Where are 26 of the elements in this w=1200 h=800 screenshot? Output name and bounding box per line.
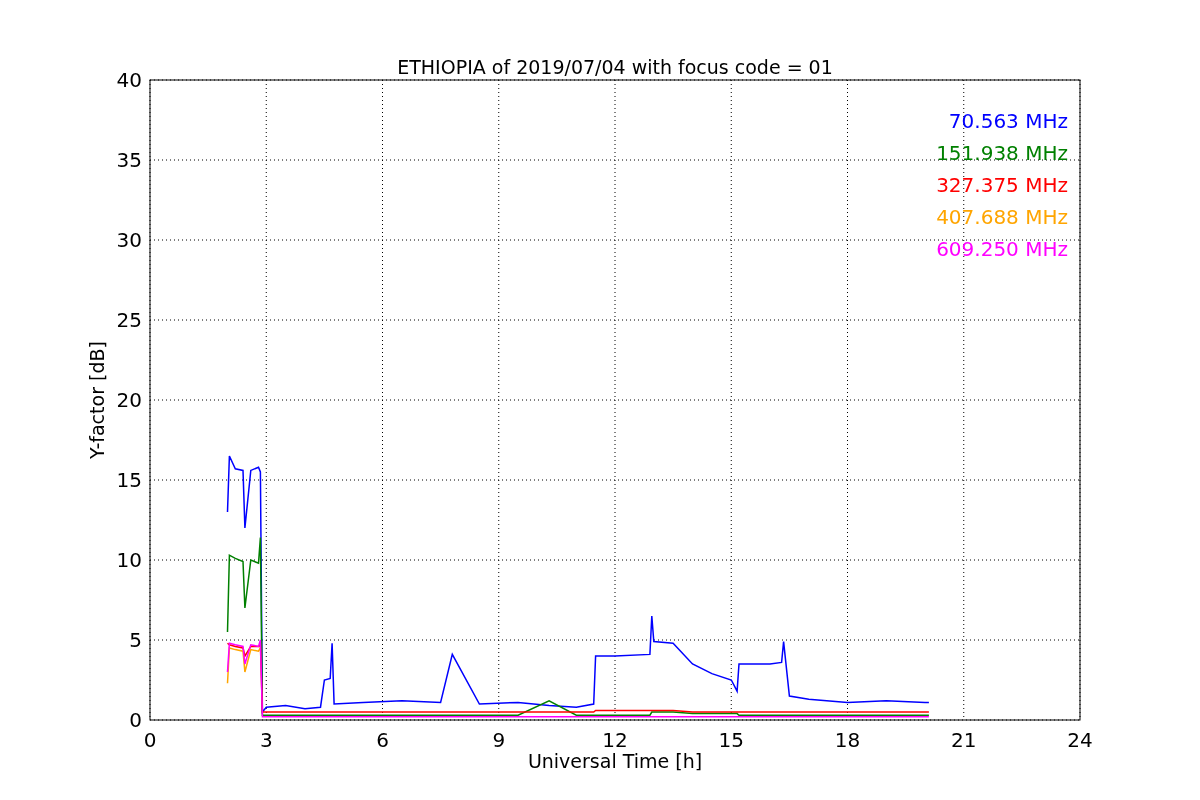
tick-label: 15: [718, 728, 744, 752]
legend-label: 70.563 MHz: [948, 109, 1068, 133]
tick-label: 25: [116, 308, 142, 332]
tick-label: 0: [129, 708, 142, 732]
tick-label: 21: [951, 728, 977, 752]
tick-label: 6: [376, 728, 389, 752]
legend-label: 407.688 MHz: [936, 205, 1068, 229]
tick-label: 20: [116, 388, 142, 412]
tick-label: 0: [143, 728, 157, 752]
legend-label: 327.375 MHz: [936, 173, 1068, 197]
axis-label: Y-factor [dB]: [86, 341, 108, 459]
tick-label: 15: [116, 468, 142, 492]
tick-label: 30: [116, 228, 142, 252]
tick-label: 24: [1067, 728, 1093, 752]
tick-label: 5: [129, 628, 142, 652]
tick-label: 40: [116, 68, 142, 92]
tick-label: 12: [602, 728, 628, 752]
tick-label: 9: [492, 728, 506, 752]
tick-label: 10: [116, 548, 142, 572]
tick-label: 18: [834, 728, 861, 752]
chart-title: ETHIOPIA of 2019/07/04 with focus code = 01: [397, 56, 833, 78]
axis-label: Universal Time [h]: [527, 750, 703, 772]
legend-label: 151.938 MHz: [936, 141, 1068, 165]
tick-label: 3: [259, 728, 273, 752]
legend-label: 609.250 MHz: [936, 237, 1068, 261]
tick-label: 35: [116, 148, 142, 172]
